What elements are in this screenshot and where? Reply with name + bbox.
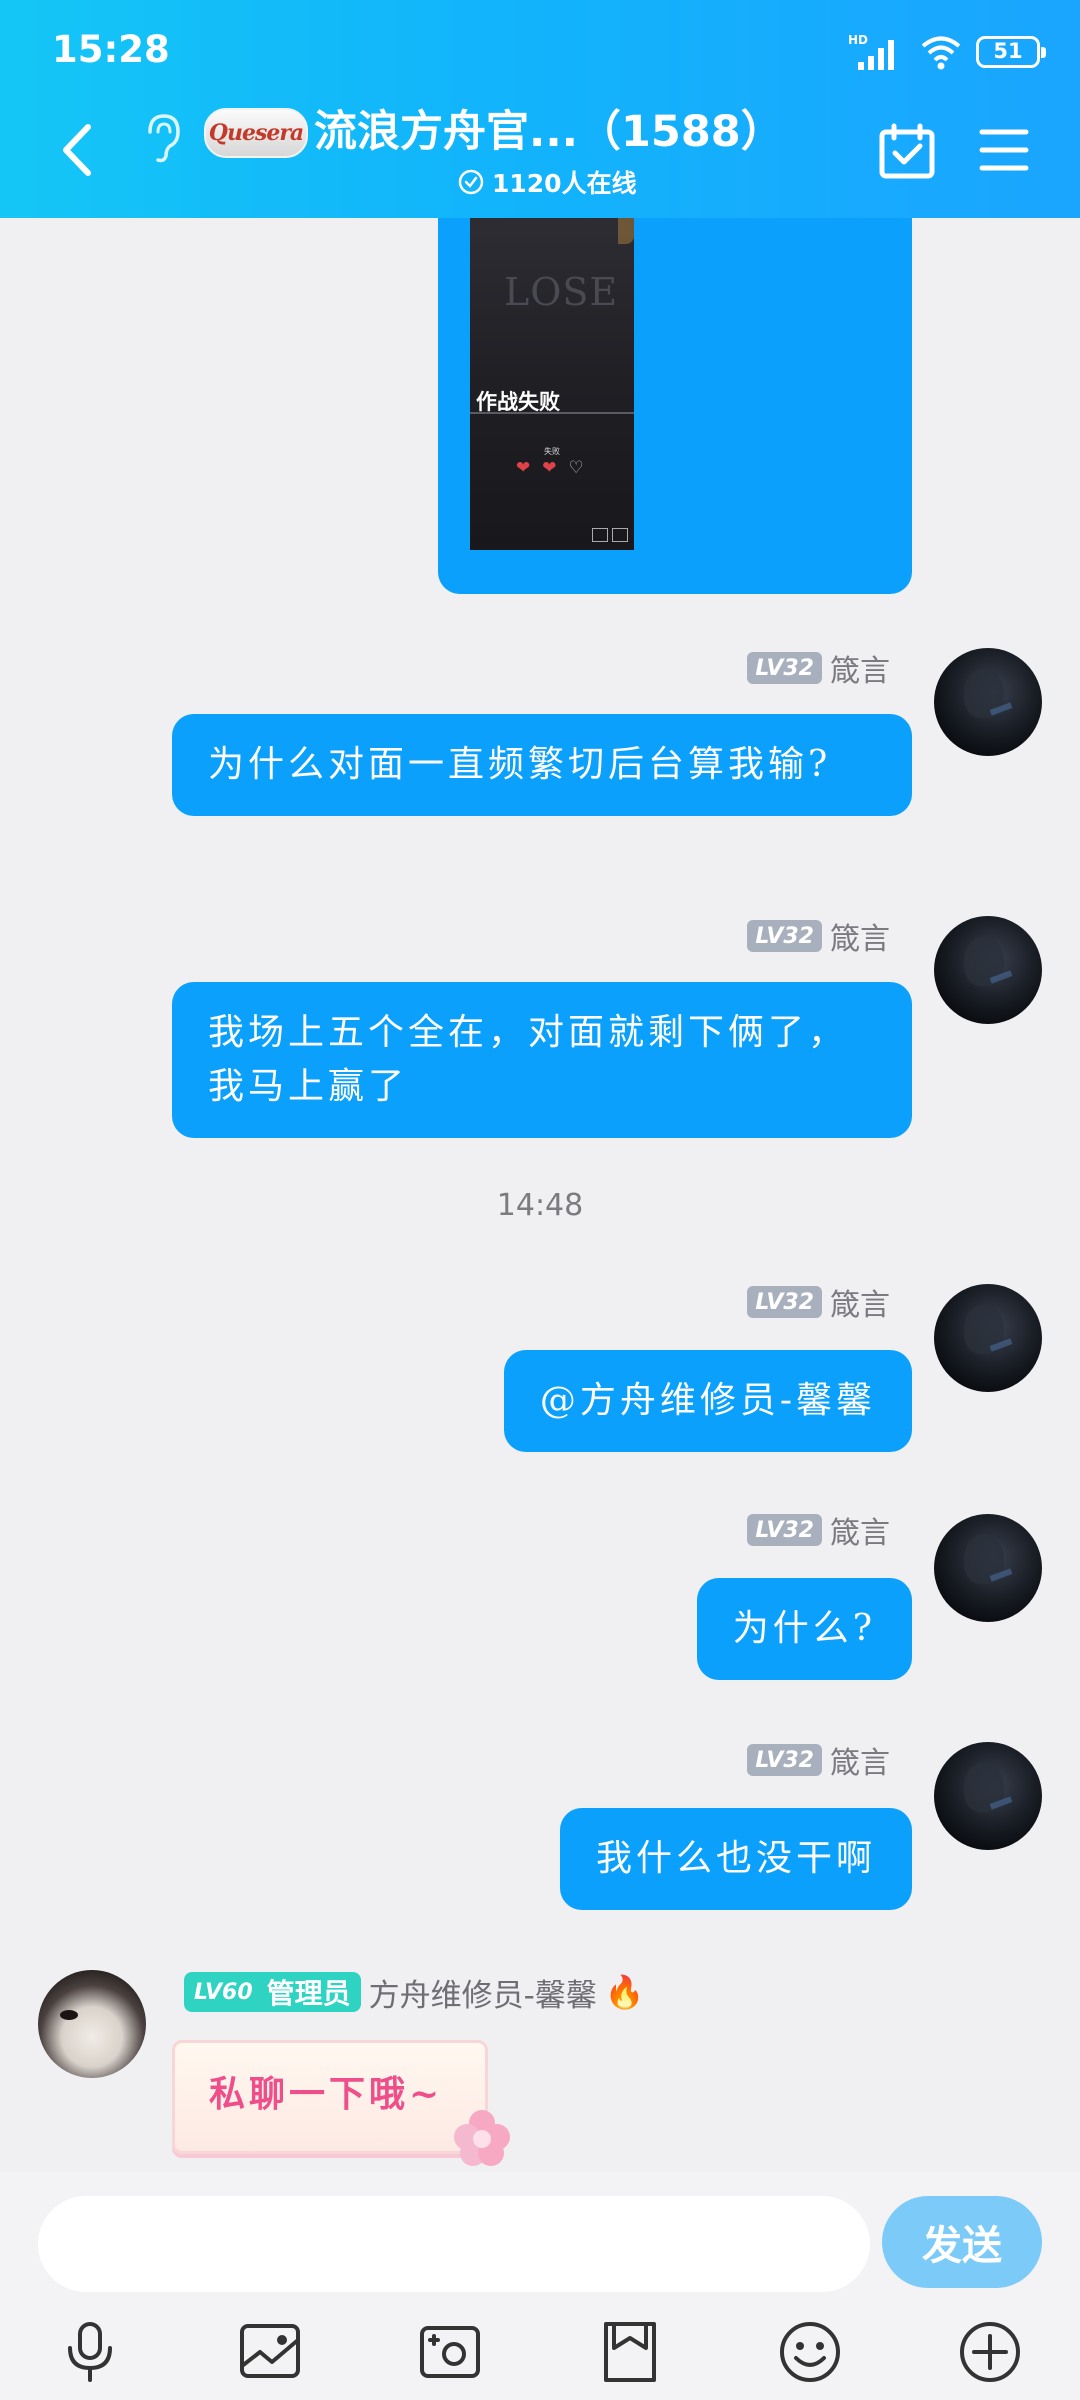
thumb-small-text: 失败	[544, 447, 560, 456]
message-list[interactable]: LOSE 作战失败 失败 ❤ ❤ ♡ LV32 箴言 为什么对面一直频繁切后台算…	[0, 218, 1080, 2172]
message-bubble[interactable]: 我什么也没干啊	[559, 1808, 912, 1910]
sender-name[interactable]: 箴言	[830, 1508, 890, 1552]
sticker-message[interactable]: 私聊一下哦~	[172, 2040, 510, 2166]
avatar[interactable]	[934, 648, 1042, 756]
sender-name[interactable]: 箴言	[830, 1738, 890, 1782]
image-button[interactable]	[234, 2316, 306, 2388]
heart-icon: ❤	[542, 458, 557, 478]
avatar[interactable]	[934, 1514, 1042, 1622]
chat-title[interactable]: 流浪方舟官...（1588）	[314, 100, 784, 164]
thumb-btn-icon	[592, 528, 608, 542]
heart-icon: ❤	[516, 458, 531, 478]
sticker-text: 私聊一下哦~	[209, 2073, 444, 2115]
admin-level-tag: LV60	[184, 1972, 263, 2012]
emoji-button[interactable]	[774, 2316, 846, 2388]
admin-role-tag: 管理员	[262, 1972, 361, 2012]
sender-name[interactable]: 箴言	[830, 914, 890, 958]
message-input[interactable]	[38, 2196, 870, 2292]
thumb-buttons	[592, 528, 628, 542]
admin-avatar[interactable]	[38, 1970, 146, 2078]
more-button[interactable]	[954, 2316, 1026, 2388]
file-icon	[604, 2322, 656, 2382]
input-toolbar	[0, 2316, 1080, 2396]
svg-text:HD: HD	[848, 33, 868, 47]
avatar[interactable]	[934, 916, 1042, 1024]
mic-icon	[68, 2322, 112, 2382]
admin-sender-name[interactable]: 方舟维修员-馨馨	[369, 1970, 597, 2015]
camera-icon	[420, 2326, 480, 2378]
level-tag: LV32	[747, 652, 822, 684]
composer: 发送	[0, 2172, 1080, 2400]
screenshot-image[interactable]: LOSE 作战失败 失败 ❤ ❤ ♡	[470, 218, 634, 550]
time-separator: 14:48	[496, 1188, 584, 1223]
message-bubble[interactable]: 为什么对面一直频繁切后台算我输?	[172, 714, 912, 816]
message-bubble[interactable]: 我场上五个全在，对面就剩下俩了，我马上赢了	[172, 982, 912, 1138]
sender-info: LV32 箴言	[747, 914, 890, 958]
wifi-icon	[921, 36, 961, 70]
thumb-lose-text: LOSE	[504, 270, 619, 314]
sender-name[interactable]: 箴言	[830, 1280, 890, 1324]
heart-empty-icon: ♡	[568, 458, 584, 478]
sender-info: LV32 箴言	[747, 1280, 890, 1324]
chevron-left-icon	[63, 124, 91, 176]
group-badge: Quesera	[204, 108, 308, 158]
emoji-icon	[780, 2322, 840, 2382]
chat-header: 15:28 HD 51 Quesera 流浪方舟官...（1588） 1120人…	[0, 0, 1080, 218]
back-button[interactable]	[52, 120, 102, 180]
level-tag: LV32	[747, 920, 822, 952]
calendar-check-icon[interactable]	[878, 122, 936, 180]
plus-icon	[960, 2322, 1020, 2382]
battery-icon: 51	[976, 36, 1046, 68]
admin-sender-info: LV60 管理员 方舟维修员-馨馨 🔥	[184, 1970, 645, 2014]
status-icons: HD 51	[848, 30, 1046, 74]
mic-button[interactable]	[54, 2316, 126, 2388]
menu-icon[interactable]	[978, 124, 1030, 176]
status-bar: 15:28 HD 51	[0, 0, 1080, 100]
flame-icon: 🔥	[604, 1973, 645, 2011]
check-circle-icon	[458, 169, 484, 195]
file-button[interactable]	[594, 2316, 666, 2388]
level-tag: LV32	[747, 1286, 822, 1318]
avatar[interactable]	[934, 1284, 1042, 1392]
level-tag: LV32	[747, 1744, 822, 1776]
online-label: 1120人在线	[492, 169, 637, 198]
sender-info: LV32 箴言	[747, 1738, 890, 1782]
sender-info: LV32 箴言	[747, 1508, 890, 1552]
thumb-btn-icon	[612, 528, 628, 542]
image-icon	[240, 2324, 300, 2378]
online-count[interactable]: 1120人在线	[458, 162, 637, 202]
camera-button[interactable]	[414, 2316, 486, 2388]
thumb-divider	[470, 412, 634, 414]
message-bubble[interactable]: 为什么?	[696, 1578, 912, 1680]
message-bubble[interactable]: @方舟维修员-馨馨	[503, 1350, 912, 1452]
level-tag: LV32	[747, 1514, 822, 1546]
hearts-row: ❤ ❤ ♡	[516, 458, 584, 478]
sender-name[interactable]: 箴言	[830, 646, 890, 690]
ear-icon[interactable]	[140, 112, 184, 164]
coin-icon	[618, 218, 634, 244]
avatar[interactable]	[934, 1742, 1042, 1850]
signal-icon: HD	[848, 33, 894, 70]
send-button[interactable]: 发送	[882, 2196, 1042, 2288]
flower-icon	[454, 2110, 510, 2166]
sender-info: LV32 箴言	[747, 646, 890, 690]
status-time: 15:28	[52, 28, 170, 71]
